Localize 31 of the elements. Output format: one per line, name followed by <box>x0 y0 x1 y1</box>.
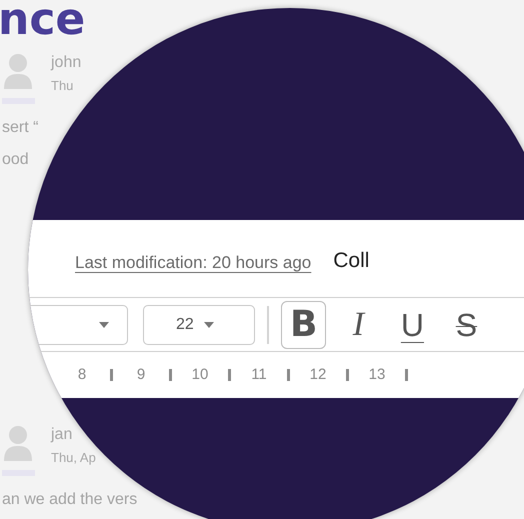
ruler-tick <box>228 369 231 381</box>
ruler-number: 13 <box>368 364 386 385</box>
ruler-tick <box>287 369 290 381</box>
user-silhouette-icon <box>3 424 33 462</box>
page-title: nce <box>0 0 86 42</box>
ruler-number: 12 <box>308 364 328 385</box>
comment-author: jan <box>51 425 74 445</box>
ruler-tick <box>405 369 408 381</box>
ruler-number: 9 <box>136 364 146 385</box>
ruler-tick <box>110 369 113 381</box>
font-size-dropdown[interactable]: 22 <box>143 304 255 344</box>
format-button[interactable]: I <box>336 300 380 348</box>
format-button[interactable]: B <box>281 300 326 348</box>
ruler-tick <box>169 369 172 381</box>
format-button[interactable]: U <box>390 300 434 348</box>
last-modification-link[interactable]: Last modification: 20 hours ago <box>75 250 312 276</box>
caret-icon <box>204 322 214 328</box>
comment-text: sert “ <box>2 118 40 138</box>
comment-author: john <box>51 53 82 73</box>
format-button[interactable]: S <box>444 300 488 348</box>
comment-date: Thu, Ap <box>51 449 96 467</box>
ruler-tick <box>346 369 349 381</box>
panel-heading: Coll <box>333 248 370 274</box>
caret-icon <box>99 322 109 328</box>
comment-text: ood <box>2 150 30 170</box>
ruler-number: 8 <box>76 364 88 385</box>
ruler-number: 11 <box>250 364 268 385</box>
comment-text: an we add the vers <box>2 490 138 510</box>
user-silhouette-icon <box>3 52 33 90</box>
ruler-number: 10 <box>190 364 210 385</box>
comment-date: Thu <box>51 77 74 95</box>
